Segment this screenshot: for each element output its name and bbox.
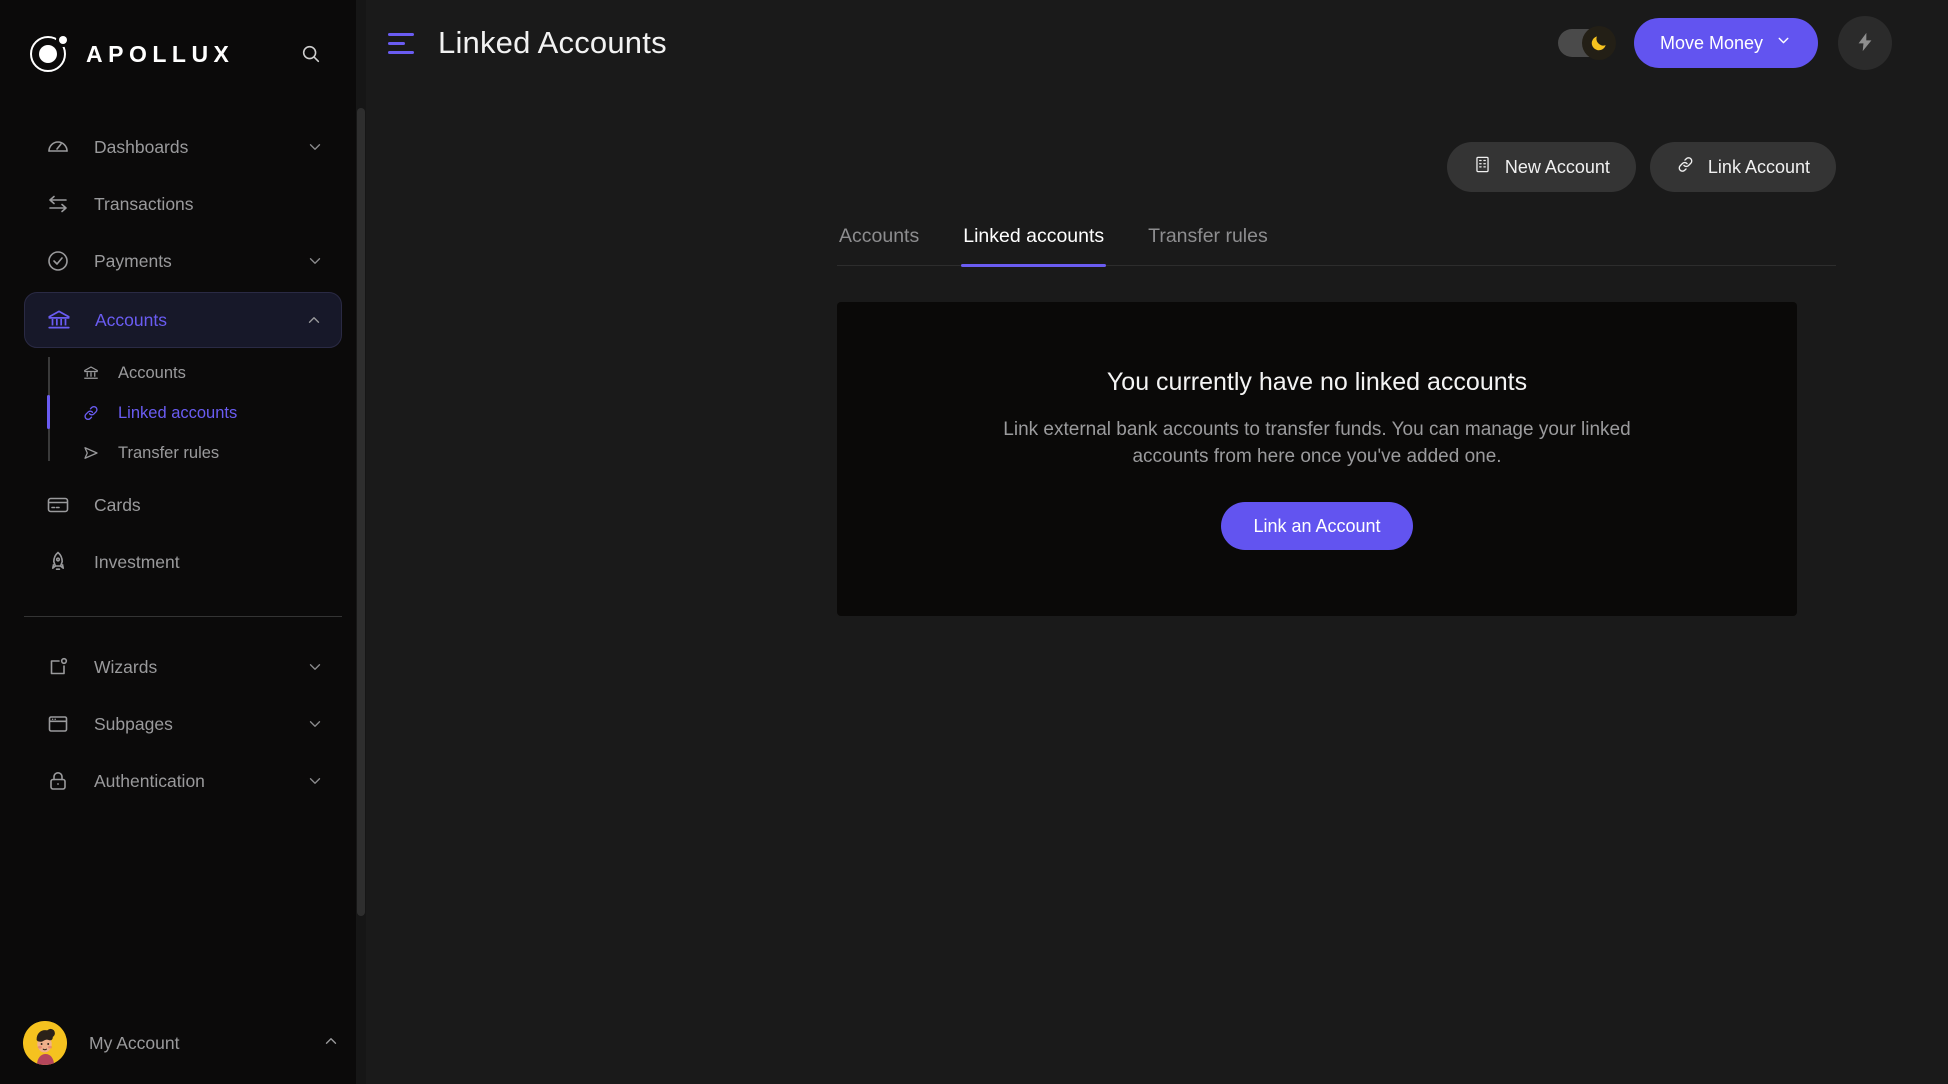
browser-window-icon	[44, 710, 72, 738]
chevron-down-icon	[1775, 32, 1792, 54]
sidebar-item-accounts[interactable]: Accounts	[24, 292, 342, 348]
move-money-label: Move Money	[1659, 32, 1763, 53]
sidebar-item-dashboards[interactable]: Dashboards	[24, 121, 342, 173]
sidebar-item-label: Cards	[94, 494, 141, 515]
sidebar-divider	[24, 616, 342, 617]
sidebar-item-label: Payments	[94, 250, 172, 271]
link-icon	[1676, 155, 1695, 179]
quick-actions-button[interactable]	[1838, 16, 1892, 70]
transfer-arrows-icon	[44, 190, 72, 218]
send-icon	[80, 442, 102, 464]
check-circle-icon	[44, 247, 72, 275]
moon-icon	[1581, 26, 1616, 60]
avatar	[23, 1021, 67, 1065]
move-money-button[interactable]: Move Money	[1633, 18, 1818, 68]
link-an-account-button[interactable]: Link an Account	[1221, 502, 1413, 551]
link-account-button[interactable]: Link Account	[1649, 142, 1836, 192]
chevron-up-icon	[322, 1032, 340, 1055]
bank-icon	[45, 306, 73, 334]
bank-small-icon	[80, 362, 102, 384]
lightning-bolt-icon	[1854, 31, 1876, 56]
sidebar-subitem-label: Transfer rules	[118, 443, 220, 462]
sidebar-item-accounts-sub[interactable]: Accounts	[48, 353, 366, 393]
empty-state-description: Link external bank accounts to transfer …	[1003, 418, 1631, 467]
sidebar-account-label: My Account	[89, 1032, 180, 1053]
chevron-down-icon	[306, 138, 324, 156]
new-account-button[interactable]: New Account	[1446, 142, 1636, 192]
sidebar-item-wizards[interactable]: Wizards	[24, 641, 342, 693]
chevron-down-icon	[306, 658, 324, 676]
sidebar-item-cards[interactable]: Cards	[24, 479, 342, 531]
chevron-up-icon	[305, 311, 323, 329]
sidebar-item-label: Authentication	[94, 770, 205, 791]
lock-icon	[44, 767, 72, 795]
tab-transfer-rules[interactable]: Transfer rules	[1146, 225, 1270, 265]
sidebar-scrollbar-track[interactable]	[356, 0, 366, 1084]
sidebar-item-subpages[interactable]: Subpages	[24, 698, 342, 750]
wizard-page-icon	[44, 653, 72, 681]
building-icon	[1473, 155, 1492, 179]
sidebar-item-my-account[interactable]: My Account	[0, 1002, 366, 1084]
sidebar-item-transactions[interactable]: Transactions	[24, 178, 342, 230]
sidebar-item-linked-accounts[interactable]: Linked accounts	[48, 393, 366, 433]
page-actions: New Account Link Account	[366, 142, 1892, 192]
gauge-icon	[44, 133, 72, 161]
tab-bar: Accounts Linked accounts Transfer rules	[837, 225, 1836, 267]
sidebar-item-label: Accounts	[95, 309, 167, 330]
chevron-down-icon	[306, 772, 324, 790]
sidebar-item-label: Investment	[94, 551, 180, 572]
search-icon[interactable]	[298, 41, 324, 67]
tab-accounts[interactable]: Accounts	[837, 225, 921, 265]
sidebar-item-label: Dashboards	[94, 136, 189, 157]
sidebar-subitem-label: Accounts	[118, 363, 186, 382]
main-content: Linked Accounts Move Money New Account L…	[366, 0, 1948, 1084]
sidebar: APOLLUX Dashboards Transactions Payments…	[0, 0, 366, 1084]
sidebar-nav: Dashboards Transactions Payments Account…	[0, 108, 366, 807]
topbar-actions: Move Money	[1557, 16, 1892, 70]
link-account-label: Link Account	[1707, 156, 1810, 177]
sidebar-scrollbar-thumb[interactable]	[357, 108, 365, 916]
credit-card-icon	[44, 491, 72, 519]
chevron-down-icon	[306, 715, 324, 733]
page-body: New Account Link Account Accounts Linked…	[366, 142, 1948, 616]
page-title: Linked Accounts	[438, 25, 667, 60]
subnav-rail-active	[47, 395, 50, 429]
sidebar-item-payments[interactable]: Payments	[24, 235, 342, 287]
sidebar-item-authentication[interactable]: Authentication	[24, 755, 342, 807]
tab-linked-accounts[interactable]: Linked accounts	[961, 225, 1107, 267]
empty-state-card: You currently have no linked accounts Li…	[837, 302, 1797, 616]
sidebar-item-label: Subpages	[94, 713, 173, 734]
topbar: Linked Accounts Move Money	[366, 0, 1948, 86]
theme-toggle[interactable]	[1557, 26, 1616, 60]
sidebar-item-label: Wizards	[94, 656, 158, 677]
sidebar-item-investment[interactable]: Investment	[24, 536, 342, 588]
app-root: APOLLUX Dashboards Transactions Payments…	[0, 0, 1948, 1084]
rocket-icon	[44, 548, 72, 576]
chevron-down-icon	[306, 252, 324, 270]
orbit-logo-icon	[28, 34, 68, 74]
empty-state-title: You currently have no linked accounts	[1106, 367, 1528, 396]
sidebar-subitem-label: Linked accounts	[118, 403, 238, 422]
hamburger-menu-icon[interactable]	[388, 30, 414, 56]
link-icon	[80, 402, 102, 424]
sidebar-item-transfer-rules[interactable]: Transfer rules	[48, 433, 366, 473]
sidebar-subnav-accounts: Accounts Linked accounts Transfer rules	[0, 353, 366, 473]
new-account-label: New Account	[1504, 156, 1610, 177]
brand-name: APOLLUX	[86, 40, 235, 67]
brand-header: APOLLUX	[0, 0, 366, 108]
sidebar-item-label: Transactions	[94, 193, 194, 214]
